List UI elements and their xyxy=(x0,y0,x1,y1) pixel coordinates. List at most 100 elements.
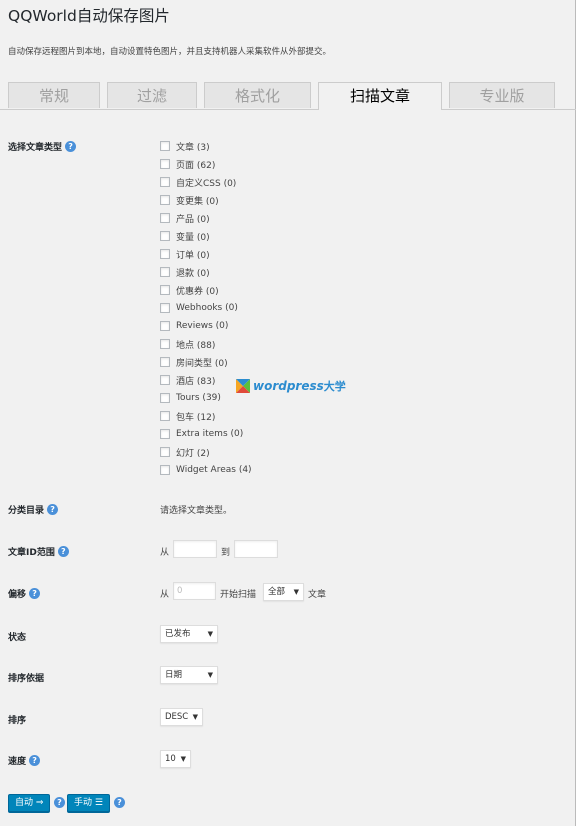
post-type-label: 房间类型 (0) xyxy=(176,358,228,369)
help-icon[interactable]: ? xyxy=(29,588,41,599)
order-select[interactable]: DESC ▼ xyxy=(160,708,203,726)
watermark-cn: 大学 xyxy=(323,380,346,393)
post-type-label: 包车 (12) xyxy=(176,412,216,423)
chevron-down-icon: ▼ xyxy=(180,755,186,763)
order-label: 排序 xyxy=(8,716,27,726)
checkbox[interactable] xyxy=(160,159,170,169)
checkbox[interactable] xyxy=(160,249,170,259)
post-type-label: 变量 (0) xyxy=(176,232,210,243)
offset-start-text: 开始扫描 xyxy=(220,590,257,600)
post-type-label: 文章 (3) xyxy=(176,142,210,153)
post-type-option[interactable]: 退款 (0) xyxy=(160,263,252,281)
chevron-down-icon: ▼ xyxy=(293,588,299,596)
checkbox[interactable] xyxy=(160,231,170,241)
checkbox[interactable] xyxy=(160,375,170,385)
id-to-input[interactable] xyxy=(234,540,278,558)
help-icon[interactable]: ? xyxy=(47,504,59,515)
post-types-label: 选择文章类型? xyxy=(8,140,77,153)
post-type-option[interactable]: 幻灯 (2) xyxy=(160,443,252,461)
help-icon[interactable]: ? xyxy=(65,141,77,152)
post-type-label: 酒店 (83) xyxy=(176,376,216,387)
checkbox[interactable] xyxy=(160,339,170,349)
checkbox[interactable] xyxy=(160,429,170,439)
offset-scope-select[interactable]: 全部 ▼ xyxy=(263,583,304,601)
post-type-option[interactable]: Webhooks (0) xyxy=(160,299,252,317)
watermark-latin: wordpress xyxy=(253,379,324,393)
post-type-option[interactable]: 变量 (0) xyxy=(160,227,252,245)
post-type-label: 页面 (62) xyxy=(176,160,216,171)
post-type-option[interactable]: Extra items (0) xyxy=(160,425,252,443)
id-range-to-text: 到 xyxy=(221,548,231,558)
watermark: wordpress大学 xyxy=(236,378,346,394)
post-type-label: Tours (39) xyxy=(176,393,221,403)
speed-label: 速度? xyxy=(8,754,41,767)
wordpress-daxue-logo-icon xyxy=(236,379,250,393)
post-type-label: 退款 (0) xyxy=(176,268,210,279)
id-range-from-text: 从 xyxy=(160,548,170,558)
checkbox[interactable] xyxy=(160,213,170,223)
post-type-label: 产品 (0) xyxy=(176,214,210,225)
post-type-label: 自定义CSS (0) xyxy=(176,178,237,189)
post-type-option[interactable]: 优惠券 (0) xyxy=(160,281,252,299)
post-type-label: 优惠券 (0) xyxy=(176,286,219,297)
post-type-option[interactable]: 产品 (0) xyxy=(160,209,252,227)
checkbox[interactable] xyxy=(160,177,170,187)
chevron-down-icon: ▼ xyxy=(207,671,213,679)
speed-select[interactable]: 10 ▼ xyxy=(160,750,191,768)
post-type-option[interactable]: 变更集 (0) xyxy=(160,191,252,209)
tab-pro[interactable]: 专业版 xyxy=(449,82,555,108)
id-range-label: 文章ID范围? xyxy=(8,545,69,558)
tab-scan-posts[interactable]: 扫描文章 xyxy=(318,82,442,110)
orderby-label: 排序依据 xyxy=(8,674,45,684)
post-type-option[interactable]: 文章 (3) xyxy=(160,137,252,155)
post-type-option[interactable]: Widget Areas (4) xyxy=(160,461,252,479)
checkbox[interactable] xyxy=(160,447,170,457)
orderby-select[interactable]: 日期 ▼ xyxy=(160,666,218,684)
post-type-label: Reviews (0) xyxy=(176,321,229,331)
help-icon[interactable]: ? xyxy=(29,755,41,766)
checkbox[interactable] xyxy=(160,267,170,277)
checkbox[interactable] xyxy=(160,411,170,421)
tab-filter[interactable]: 过滤 xyxy=(107,82,197,108)
post-type-list: 文章 (3) 页面 (62) 自定义CSS (0) 变更集 (0) 产品 (0) 变量 (… xyxy=(160,137,252,479)
offset-input[interactable]: 0 xyxy=(173,582,216,600)
checkbox[interactable] xyxy=(160,141,170,151)
checkbox[interactable] xyxy=(160,357,170,367)
checkbox[interactable] xyxy=(160,285,170,295)
checkbox[interactable] xyxy=(160,465,170,475)
post-type-option[interactable]: 地点 (88) xyxy=(160,335,252,353)
checkbox[interactable] xyxy=(160,303,170,313)
post-type-label: Widget Areas (4) xyxy=(176,465,252,475)
page-title: QQWorld自动保存图片 xyxy=(8,7,170,25)
post-type-label: Webhooks (0) xyxy=(176,303,238,313)
category-hint: 请选择文章类型。 xyxy=(160,506,233,516)
auto-scan-button[interactable]: 自动 ⇒ xyxy=(8,794,51,812)
help-icon[interactable]: ? xyxy=(54,797,65,808)
checkbox[interactable] xyxy=(160,321,170,331)
post-type-option[interactable]: 房间类型 (0) xyxy=(160,353,252,371)
post-type-option[interactable]: 订单 (0) xyxy=(160,245,252,263)
checkbox[interactable] xyxy=(160,393,170,403)
offset-label: 偏移? xyxy=(8,587,41,600)
chevron-down-icon: ▼ xyxy=(192,713,198,721)
chevron-down-icon: ▼ xyxy=(207,630,213,638)
offset-from-text: 从 xyxy=(160,590,170,600)
help-icon[interactable]: ? xyxy=(57,546,69,557)
post-type-label: 变更集 (0) xyxy=(176,196,219,207)
status-label: 状态 xyxy=(8,633,27,643)
status-select[interactable]: 已发布 ▼ xyxy=(160,625,218,643)
tabs-baseline xyxy=(0,109,576,110)
checkbox[interactable] xyxy=(160,195,170,205)
post-type-option[interactable]: 包车 (12) xyxy=(160,407,252,425)
tab-general[interactable]: 常规 xyxy=(8,82,100,108)
help-icon[interactable]: ? xyxy=(114,797,125,808)
tab-format[interactable]: 格式化 xyxy=(204,82,311,108)
post-type-option[interactable]: 自定义CSS (0) xyxy=(160,173,252,191)
offset-suffix-text: 文章 xyxy=(308,590,327,600)
page-description: 自动保存远程图片到本地，自动设置特色图片，并且支持机器人采集软件从外部提交。 xyxy=(8,47,332,57)
id-from-input[interactable] xyxy=(173,540,217,558)
post-type-label: 订单 (0) xyxy=(176,250,210,261)
manual-scan-button[interactable]: 手动 ☰ xyxy=(67,794,110,812)
post-type-option[interactable]: Reviews (0) xyxy=(160,317,252,335)
post-type-option[interactable]: 页面 (62) xyxy=(160,155,252,173)
